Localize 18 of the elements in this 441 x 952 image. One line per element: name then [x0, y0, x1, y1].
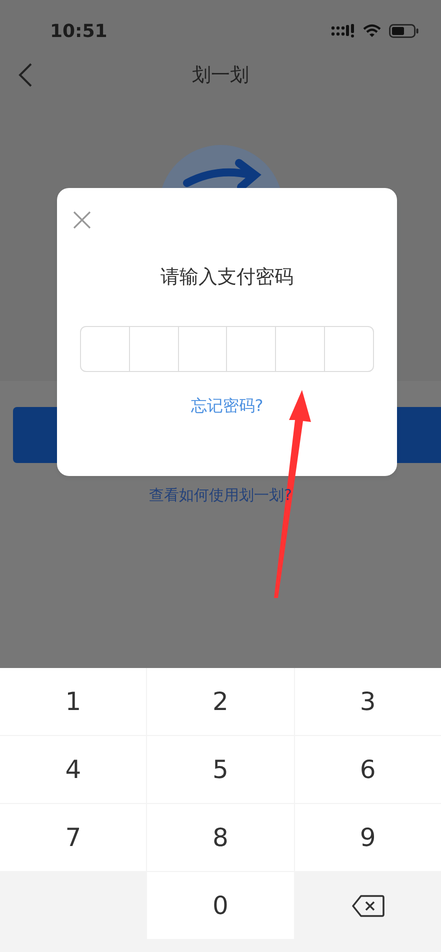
keypad-key[interactable]: 0 — [147, 872, 294, 939]
page-title: 划一划 — [192, 62, 249, 88]
keypad-key[interactable]: 6 — [294, 736, 441, 803]
keypad-key[interactable]: 8 — [147, 804, 294, 871]
keypad-key[interactable]: 2 — [147, 668, 294, 735]
keypad-key[interactable]: 3 — [294, 668, 441, 735]
keypad-key[interactable]: 4 — [0, 736, 146, 803]
keypad-key[interactable]: 9 — [294, 804, 441, 871]
keypad-key[interactable]: 5 — [147, 736, 294, 803]
backspace-icon — [350, 894, 385, 918]
keypad-key[interactable]: 7 — [0, 804, 146, 871]
dialog-title: 请输入支付密码 — [160, 265, 294, 290]
status-time: 10:51 — [50, 20, 108, 44]
keypad-key[interactable]: 1 — [0, 668, 146, 735]
wifi-icon — [363, 24, 381, 38]
password-field[interactable] — [80, 326, 374, 372]
battery-icon — [389, 24, 419, 38]
signal-icon — [331, 24, 355, 38]
